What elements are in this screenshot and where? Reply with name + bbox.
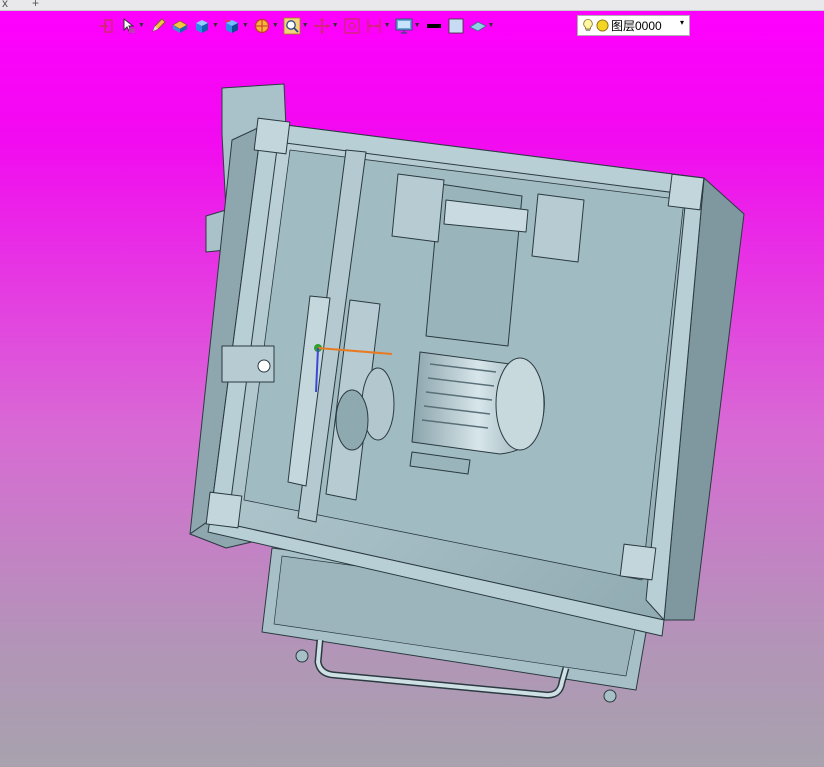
line-color-icon [426, 24, 441, 28]
close-tab-button[interactable]: x [2, 0, 8, 10]
chevron-down-icon[interactable]: ▼ [414, 22, 421, 30]
fill-color-button[interactable] [447, 15, 465, 37]
dimension-icon [366, 19, 381, 33]
lightbulb-icon [583, 19, 593, 32]
document-tab-strip: x + [0, 0, 824, 11]
view-toolbar: ▼ ▼ ▼ ▼ ▼ ▼ ▼ ▼ ▼ [97, 15, 498, 37]
cube-view-icon [195, 20, 208, 33]
pan-button[interactable]: ▼ [313, 15, 339, 37]
chevron-down-icon[interactable]: ▼ [138, 22, 145, 30]
display-icon [395, 18, 413, 34]
chevron-down-icon[interactable]: ▼ [242, 22, 249, 30]
chevron-down-icon[interactable]: ▼ [332, 22, 339, 30]
pencil-icon [152, 18, 166, 32]
line-color-button[interactable] [425, 15, 443, 37]
section-view-icon [254, 18, 269, 34]
layer-dropdown[interactable]: 图层0000 ▾ [577, 15, 690, 36]
3d-viewport[interactable] [0, 40, 824, 767]
exit-sketch-icon [99, 19, 113, 33]
machine-assembly-model[interactable] [189, 83, 745, 703]
dimension-button[interactable]: ▼ [365, 15, 391, 37]
render-mode-icon [172, 20, 188, 33]
render-mode-button[interactable] [171, 15, 189, 37]
chevron-down-icon[interactable]: ▼ [272, 22, 279, 30]
new-tab-button[interactable]: + [32, 0, 39, 10]
exit-sketch-button[interactable] [97, 15, 115, 37]
layer-surface-icon [468, 21, 487, 32]
standard-views-button[interactable]: ▼ [193, 15, 219, 37]
sketch-pencil-button[interactable] [149, 15, 167, 37]
fill-color-icon [448, 18, 463, 34]
pan-icon [313, 18, 330, 34]
select-filter-button[interactable]: ▼ [119, 15, 145, 37]
chevron-down-icon[interactable]: ▼ [384, 22, 391, 30]
chevron-down-icon[interactable]: ▼ [212, 22, 219, 30]
display-settings-button[interactable]: ▼ [395, 15, 421, 37]
fit-view-icon [343, 18, 360, 34]
select-filter-icon [123, 17, 135, 34]
orientation-icon [224, 20, 238, 33]
fit-view-button[interactable] [343, 15, 361, 37]
section-view-button[interactable]: ▼ [253, 15, 279, 37]
layer-surface-button[interactable]: ▼ [468, 15, 495, 37]
chevron-down-icon[interactable]: ▼ [488, 22, 495, 30]
chevron-down-icon[interactable]: ▼ [302, 22, 309, 30]
zoom-button[interactable]: ▼ [283, 15, 309, 37]
zoom-icon [283, 17, 301, 35]
orientation-button[interactable]: ▼ [223, 15, 249, 37]
chevron-down-icon[interactable]: ▾ [680, 18, 684, 27]
layer-dot-icon [596, 19, 609, 32]
layer-name: 图层0000 [611, 19, 662, 33]
